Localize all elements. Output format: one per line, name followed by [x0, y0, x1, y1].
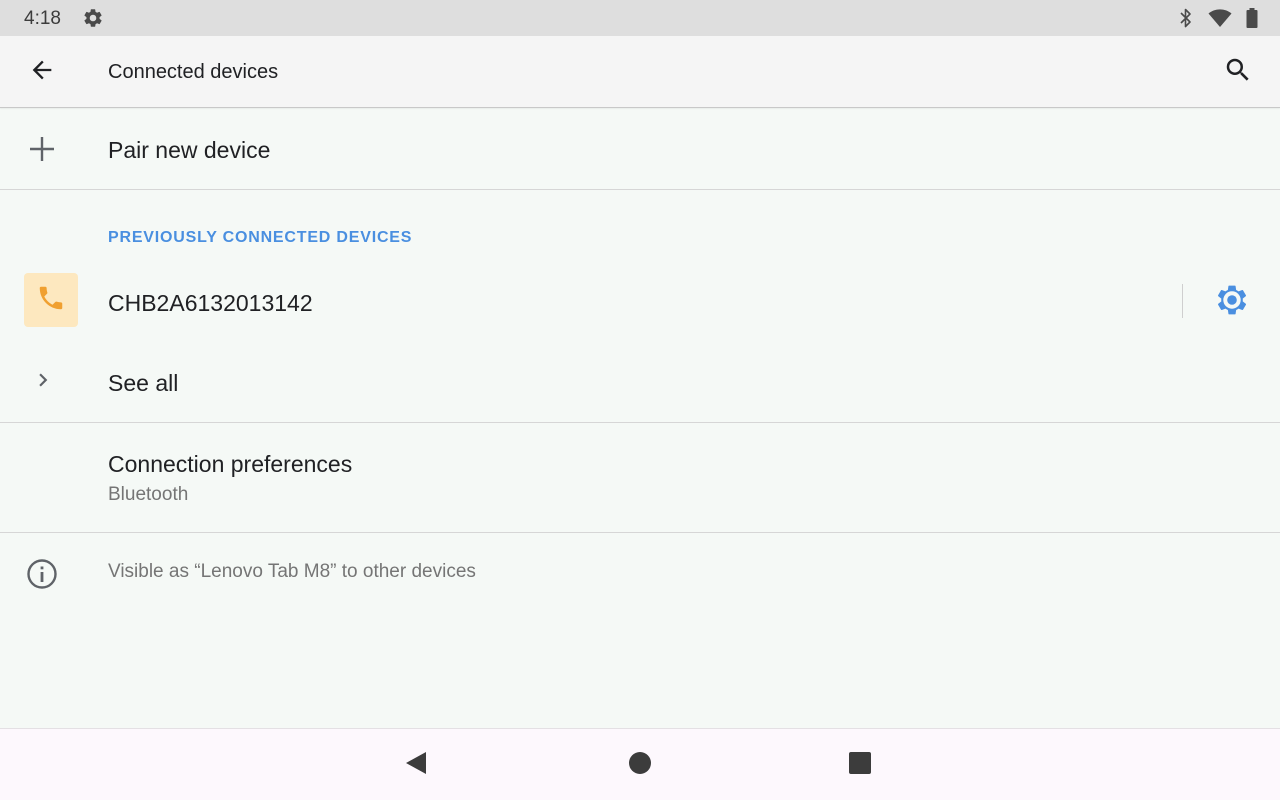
search-icon	[1223, 55, 1253, 90]
page-title: Connected devices	[108, 61, 279, 83]
phone-icon	[36, 283, 66, 318]
search-button[interactable]	[1218, 52, 1258, 92]
pair-new-device-item[interactable]: Pair new device	[0, 109, 1280, 190]
visibility-info-text: Visible as “Lenovo Tab M8” to other devi…	[108, 561, 476, 582]
device-icon-badge	[24, 273, 78, 327]
bluetooth-icon	[1178, 7, 1194, 29]
connection-preferences-summary: Bluetooth	[108, 484, 189, 505]
app-bar: Connected devices	[0, 36, 1280, 108]
device-name: CHB2A6132013142	[108, 290, 313, 316]
nav-back-button[interactable]	[394, 745, 438, 785]
back-triangle-icon	[403, 750, 429, 781]
device-item[interactable]: CHB2A6132013142	[0, 262, 1280, 342]
home-circle-icon	[628, 751, 652, 780]
vertical-divider	[1182, 284, 1183, 318]
divider	[0, 189, 1280, 190]
navigation-bar	[0, 728, 1280, 800]
see-all-label: See all	[108, 370, 179, 396]
status-icons	[1178, 7, 1258, 29]
see-all-item[interactable]: See all	[0, 343, 1280, 422]
nav-home-button[interactable]	[618, 745, 662, 785]
status-time: 4:18	[24, 8, 61, 29]
back-button[interactable]	[22, 52, 62, 92]
device-settings-button[interactable]	[1210, 280, 1254, 324]
status-bar: 4:18	[0, 0, 1280, 36]
info-icon	[26, 558, 58, 590]
pair-new-device-label: Pair new device	[108, 137, 271, 163]
recents-square-icon	[848, 751, 872, 780]
wifi-icon	[1208, 8, 1232, 28]
connection-preferences-title: Connection preferences	[108, 451, 353, 477]
plus-icon	[28, 135, 56, 163]
nav-recents-button[interactable]	[838, 745, 882, 785]
section-header-previously-connected: PREVIOUSLY CONNECTED DEVICES	[108, 229, 413, 246]
divider	[0, 532, 1280, 533]
chevron-right-icon	[30, 367, 56, 393]
connection-preferences-item[interactable]: Connection preferences Bluetooth	[0, 423, 1280, 533]
battery-icon	[1246, 8, 1258, 28]
back-arrow-icon	[28, 56, 56, 89]
gear-icon	[1214, 282, 1250, 323]
gear-icon	[82, 7, 104, 29]
